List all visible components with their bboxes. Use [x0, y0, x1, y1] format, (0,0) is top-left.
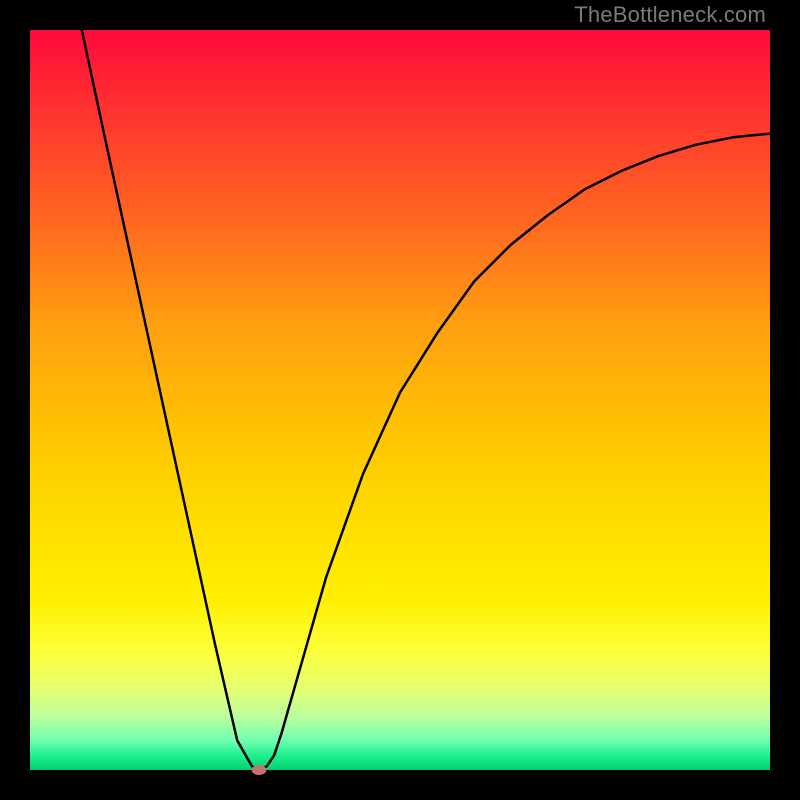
- watermark-text: TheBottleneck.com: [574, 2, 766, 28]
- bottleneck-curve: [82, 30, 770, 770]
- plot-area: [30, 30, 770, 770]
- chart-frame: TheBottleneck.com: [0, 0, 800, 800]
- minimum-marker: [252, 765, 267, 775]
- curve-svg: [30, 30, 770, 770]
